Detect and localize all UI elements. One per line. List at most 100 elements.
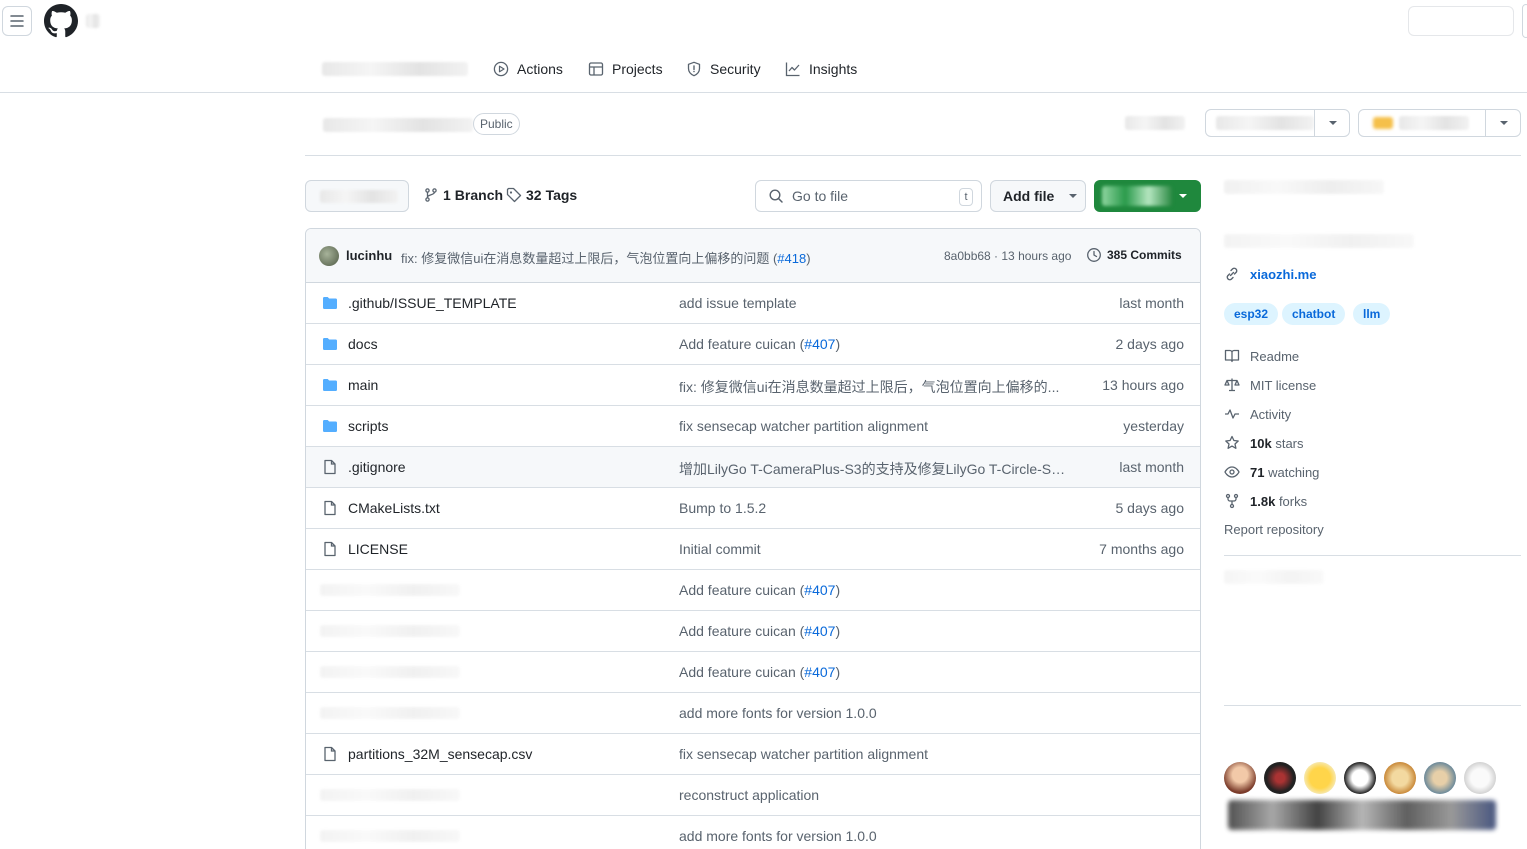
file-pr-link[interactable]: #407	[804, 336, 835, 352]
contributor-avatar[interactable]	[1384, 762, 1416, 794]
file-name[interactable]: docs	[348, 336, 378, 352]
star-button[interactable]	[1358, 109, 1521, 137]
watch-label-redacted	[1216, 116, 1314, 130]
contributor-avatar[interactable]	[1424, 762, 1456, 794]
file-pr-link[interactable]: #407	[804, 623, 835, 639]
file-name[interactable]: LICENSE	[348, 541, 408, 557]
tab-actions[interactable]: Actions	[493, 58, 563, 80]
commit-sha-time[interactable]: 8a0bb68 · 13 hours ago	[944, 249, 1071, 263]
file-name[interactable]: main	[348, 377, 378, 393]
file-row[interactable]: Add feature cuican (#407)	[306, 611, 1200, 652]
file-commit-message[interactable]: Bump to 1.5.2	[679, 500, 766, 516]
tag-icon	[506, 187, 522, 203]
file-commit-message[interactable]: Add feature cuican (#407)	[679, 623, 840, 639]
commit-author[interactable]: lucinhu	[346, 248, 392, 263]
go-to-file-input[interactable]: Go to file t	[755, 180, 982, 212]
file-commit-message-text: fix sensecap watcher partition alignment	[679, 746, 929, 762]
graph-icon	[785, 62, 800, 77]
commits-link[interactable]: 385 Commits	[1086, 247, 1182, 263]
file-row[interactable]: reconstruct application	[306, 775, 1200, 816]
contributor-avatar[interactable]	[1304, 762, 1336, 794]
watch-button[interactable]	[1205, 109, 1350, 137]
file-row[interactable]: LICENSE Initial commit 7 months ago	[306, 529, 1200, 570]
file-row[interactable]: main fix: 修复微信ui在消息数量超过上限后，气泡位置向上偏移的... 13…	[306, 365, 1200, 406]
tags-link[interactable]: 32 Tags	[506, 187, 577, 203]
book-icon	[1224, 349, 1240, 363]
file-commit-message-text: reconstruct application	[679, 787, 820, 803]
code-button[interactable]	[1094, 180, 1201, 212]
branches-link[interactable]: 1 Branch	[423, 187, 503, 203]
stars-link[interactable]: 10k stars	[1224, 435, 1304, 451]
add-file-button[interactable]: Add file	[990, 180, 1086, 212]
tab-security[interactable]: Security	[686, 58, 761, 80]
file-row[interactable]: add more fonts for version 1.0.0	[306, 816, 1200, 849]
activity-label: Activity	[1250, 406, 1292, 422]
website-link[interactable]: xiaozhi.me	[1224, 266, 1316, 282]
file-row[interactable]: .github/ISSUE_TEMPLATE add issue template…	[306, 283, 1200, 324]
add-file-label: Add file	[1003, 188, 1055, 204]
header-action-redacted	[1125, 116, 1185, 130]
file-pr-link[interactable]: #407	[804, 664, 835, 680]
tab-projects[interactable]: Projects	[588, 58, 663, 80]
file-name[interactable]: .gitignore	[348, 459, 406, 475]
file-row[interactable]: Add feature cuican (#407)	[306, 570, 1200, 611]
star-divider	[1485, 110, 1486, 136]
file-commit-message[interactable]: Initial commit	[679, 541, 761, 557]
readme-link[interactable]: Readme	[1224, 348, 1299, 364]
file-commit-message-text: fix sensecap watcher partition alignment	[679, 418, 929, 434]
topic-llm[interactable]: llm	[1353, 303, 1391, 325]
file-row[interactable]: CMakeLists.txt Bump to 1.5.2 5 days ago	[306, 488, 1200, 529]
file-row[interactable]: partitions_32M_sensecap.csv fix sensecap …	[306, 734, 1200, 775]
file-commit-message[interactable]: reconstruct application	[679, 787, 819, 803]
file-name[interactable]: scripts	[348, 418, 388, 434]
file-row[interactable]: Add feature cuican (#407)	[306, 652, 1200, 693]
file-commit-message[interactable]: add issue template	[679, 295, 797, 311]
global-search-box[interactable]	[1408, 6, 1514, 36]
commit-author-avatar[interactable]	[319, 246, 339, 266]
file-commit-message[interactable]: fix sensecap watcher partition alignment	[679, 746, 928, 762]
shield-icon	[687, 61, 701, 77]
file-commit-message[interactable]: 增加LilyGo T-CameraPlus-S3的支持及修复LilyGo T-C…	[679, 459, 1069, 479]
breadcrumb-redacted	[86, 14, 100, 28]
file-commit-message[interactable]: Add feature cuican (#407)	[679, 582, 840, 598]
file-row[interactable]: add more fonts for version 1.0.0	[306, 693, 1200, 734]
commit-pr-link[interactable]: #418	[777, 251, 806, 266]
file-name[interactable]: CMakeLists.txt	[348, 500, 440, 516]
file-pr-link[interactable]: #407	[804, 582, 835, 598]
tab-insights[interactable]: Insights	[785, 58, 857, 80]
hamburger-menu-button[interactable]	[2, 6, 32, 36]
file-commit-message[interactable]: add more fonts for version 1.0.0	[679, 705, 877, 721]
contributor-avatar[interactable]	[1464, 762, 1496, 794]
file-commit-message[interactable]: fix: 修复微信ui在消息数量超过上限后，气泡位置向上偏移的...	[679, 377, 1059, 397]
file-row[interactable]: .gitignore 增加LilyGo T-CameraPlus-S3的支持及修复…	[306, 447, 1200, 488]
pr-close-paren: )	[835, 336, 841, 352]
activity-link[interactable]: Activity	[1224, 406, 1291, 422]
file-commit-message[interactable]: Add feature cuican (#407)	[679, 664, 840, 680]
file-commit-message[interactable]: Add feature cuican (#407)	[679, 336, 840, 352]
file-icon	[322, 500, 338, 516]
file-commit-date: 2 days ago	[1115, 336, 1185, 352]
file-commit-message[interactable]: fix sensecap watcher partition alignment	[679, 418, 928, 434]
contributor-avatar[interactable]	[1224, 762, 1256, 794]
commit-message[interactable]: fix: 修复微信ui在消息数量超过上限后，气泡位置向上偏移的问题 (#418)	[401, 248, 811, 267]
file-row[interactable]: docs Add feature cuican (#407) 2 days ago	[306, 324, 1200, 365]
contributor-avatar[interactable]	[1264, 762, 1296, 794]
file-name[interactable]: partitions_32M_sensecap.csv	[348, 746, 532, 762]
search-icon	[769, 189, 783, 203]
topic-chatbot[interactable]: chatbot	[1282, 303, 1346, 325]
file-row[interactable]: scripts fix sensecap watcher partition al…	[306, 406, 1200, 447]
topic-esp32[interactable]: esp32	[1224, 303, 1279, 325]
contributor-avatar[interactable]	[1344, 762, 1376, 794]
watching-label: watching	[1268, 464, 1320, 480]
branch-selector[interactable]	[305, 180, 409, 212]
license-link[interactable]: MIT license	[1224, 377, 1316, 393]
header-button-edge[interactable]	[1522, 4, 1527, 38]
stars-text: 10k stars	[1250, 436, 1304, 451]
report-repository-link[interactable]: Report repository	[1224, 522, 1324, 537]
github-logo-icon[interactable]	[44, 4, 78, 38]
file-name[interactable]: .github/ISSUE_TEMPLATE	[348, 295, 517, 311]
forks-link[interactable]: 1.8k forks	[1224, 493, 1307, 509]
watching-link[interactable]: 71 watching	[1224, 464, 1319, 480]
file-commit-message[interactable]: add more fonts for version 1.0.0	[679, 828, 877, 844]
pr-close-paren: )	[835, 664, 841, 680]
